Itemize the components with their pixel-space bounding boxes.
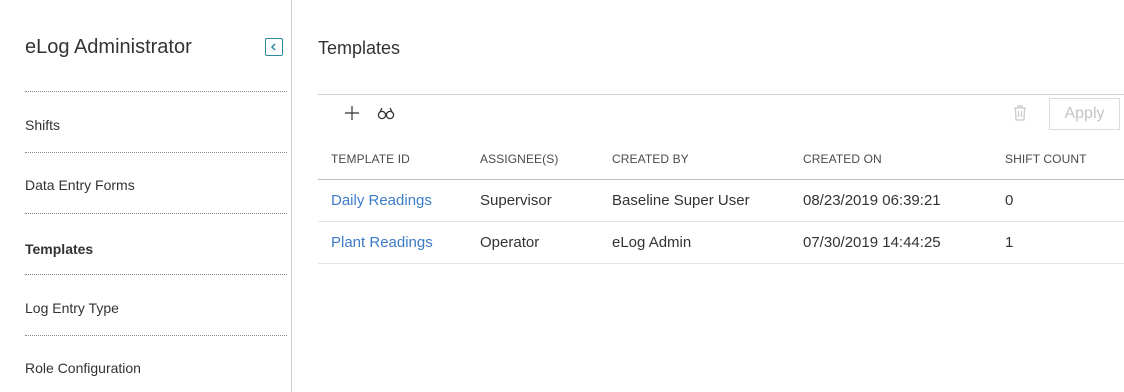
delete-button[interactable] xyxy=(1008,101,1032,125)
sidebar-item-shifts[interactable]: Shifts xyxy=(25,91,287,151)
sidebar-item-templates[interactable]: Templates xyxy=(25,213,287,273)
created-by-cell: eLog Admin xyxy=(612,234,692,251)
assignee-cell: Supervisor xyxy=(480,192,552,209)
plus-icon xyxy=(345,106,359,120)
created-on-cell: 07/30/2019 14:44:25 xyxy=(803,234,941,251)
table-row[interactable]: Daily Readings Supervisor Baseline Super… xyxy=(318,180,1124,222)
shift-count-cell: 1 xyxy=(1005,234,1014,251)
created-on-cell: 08/23/2019 06:39:21 xyxy=(803,192,941,209)
chevron-left-icon xyxy=(270,43,276,51)
assignee-cell: Operator xyxy=(480,234,540,251)
template-id-link[interactable]: Plant Readings xyxy=(331,234,433,251)
sidebar-item-label: Role Configuration xyxy=(25,360,141,376)
sidebar-item-data-entry-forms[interactable]: Data Entry Forms xyxy=(25,152,287,212)
sidebar-title: eLog Administrator xyxy=(25,36,192,58)
template-id-link[interactable]: Daily Readings xyxy=(331,192,432,209)
column-header-assignees[interactable]: ASSIGNEE(S) xyxy=(480,152,558,166)
created-by-cell: Baseline Super User xyxy=(612,192,750,209)
sidebar: eLog Administrator Shifts Data Entry For… xyxy=(0,0,292,392)
sidebar-item-log-entry-type[interactable]: Log Entry Type xyxy=(25,274,287,334)
sidebar-header: eLog Administrator xyxy=(25,34,288,64)
sidebar-item-label: Data Entry Forms xyxy=(25,177,135,193)
sidebar-item-label: Shifts xyxy=(25,117,61,133)
search-button[interactable] xyxy=(374,101,398,125)
trash-icon xyxy=(1014,105,1026,121)
column-header-created-on[interactable]: CREATED ON xyxy=(803,152,882,166)
sidebar-item-role-configuration[interactable]: Role Configuration xyxy=(25,335,287,392)
sidebar-item-label: Templates xyxy=(25,241,94,257)
apply-button[interactable]: Apply xyxy=(1049,98,1120,130)
column-header-template-id[interactable]: TEMPLATE ID xyxy=(331,152,410,166)
table-row[interactable]: Plant Readings Operator eLog Admin 07/30… xyxy=(318,222,1124,264)
toolbar: Apply xyxy=(318,94,1124,132)
column-header-created-by[interactable]: CREATED BY xyxy=(612,152,689,166)
column-header-shift-count[interactable]: SHIFT COUNT xyxy=(1005,152,1087,166)
main-content: Templates Apply TEMPLATE ID ASSIGNEE(S) … xyxy=(318,0,1124,392)
templates-table: TEMPLATE ID ASSIGNEE(S) CREATED BY CREAT… xyxy=(318,142,1124,264)
shift-count-cell: 0 xyxy=(1005,192,1014,209)
add-button[interactable] xyxy=(340,101,364,125)
sidebar-item-label: Log Entry Type xyxy=(25,300,119,316)
collapse-sidebar-button[interactable] xyxy=(265,38,283,56)
table-header: TEMPLATE ID ASSIGNEE(S) CREATED BY CREAT… xyxy=(318,142,1124,180)
page-title: Templates xyxy=(318,38,401,58)
binoculars-icon xyxy=(377,107,395,120)
